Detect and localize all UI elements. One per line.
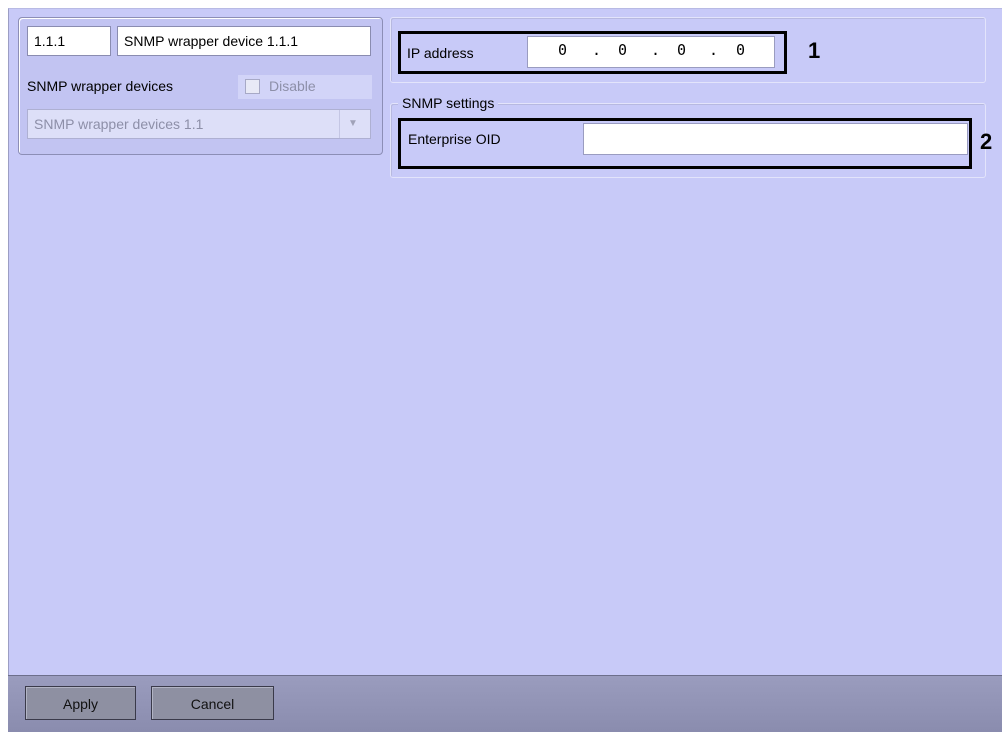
callout-1: 1 <box>808 38 821 63</box>
parent-object-select[interactable]: SNMP wrapper devices 1.1 ▼ <box>27 109 371 139</box>
parent-object-value: SNMP wrapper devices 1.1 <box>34 116 204 132</box>
ip-address-highlight <box>398 31 787 74</box>
disable-checkbox[interactable] <box>245 79 260 94</box>
object-name-field[interactable]: SNMP wrapper device 1.1.1 <box>117 26 371 56</box>
apply-button[interactable]: Apply <box>25 686 136 720</box>
chevron-down-icon[interactable]: ▼ <box>339 110 366 138</box>
callout-2: 2 <box>980 129 993 154</box>
cancel-button[interactable]: Cancel <box>151 686 274 720</box>
snmp-settings-legend: SNMP settings <box>398 94 499 112</box>
object-id-field[interactable]: 1.1.1 <box>27 26 111 56</box>
enterprise-oid-highlight <box>398 118 972 169</box>
disable-label: Disable <box>269 78 316 94</box>
parent-type-label: SNMP wrapper devices <box>27 78 174 94</box>
